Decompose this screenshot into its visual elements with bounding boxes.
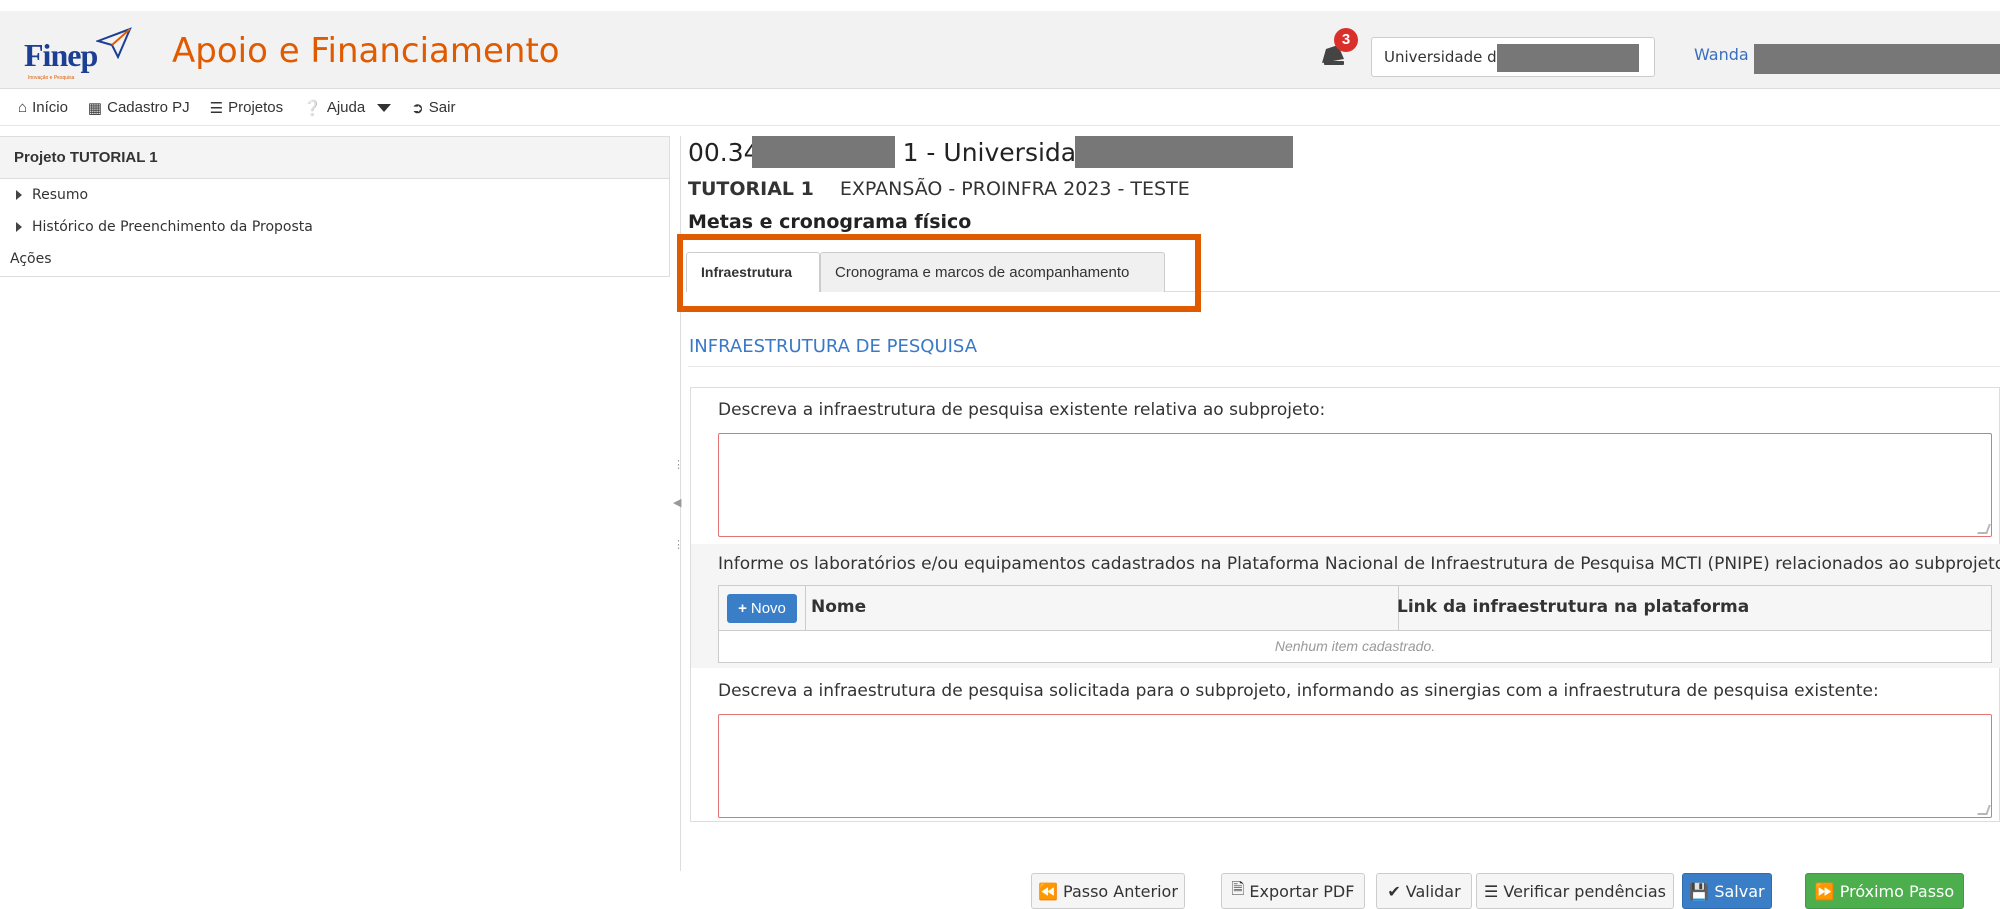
previous-step-button[interactable]: ⏪ Passo Anterior bbox=[1031, 873, 1185, 909]
column-header-nome[interactable]: Nome bbox=[811, 597, 866, 617]
next-step-button[interactable]: ⏩ Próximo Passo bbox=[1805, 873, 1964, 909]
column-header-link[interactable]: Link da infraestrutura na plataforma bbox=[1397, 597, 1749, 617]
menu-inicio[interactable]: ⌂ Início bbox=[18, 99, 68, 116]
menu-ajuda-label: Ajuda bbox=[326, 99, 366, 116]
menu-projetos[interactable]: ☰ Projetos bbox=[210, 99, 283, 117]
grip-handle-icon[interactable]: ⋮ bbox=[673, 538, 684, 551]
project-sidebar: Projeto TUTORIAL 1 Resumo Histórico de P… bbox=[0, 136, 670, 277]
add-item-button[interactable]: + Novo bbox=[727, 593, 797, 623]
save-label: Salvar bbox=[1714, 881, 1765, 901]
save-icon: 💾 bbox=[1689, 881, 1710, 901]
building-icon: ▦ bbox=[87, 99, 103, 117]
home-icon: ⌂ bbox=[18, 99, 28, 116]
add-item-label: Novo bbox=[750, 599, 786, 617]
project-code: 00.34 1 - Universidade bbox=[688, 138, 1107, 167]
list-ol-icon: ☰ bbox=[1484, 881, 1499, 901]
app-header: Finep Inovação e Pesquisa Apoio e Financ… bbox=[0, 11, 2000, 89]
app-title: Apoio e Financiamento bbox=[172, 31, 560, 71]
redacted-user-name bbox=[1754, 44, 2000, 74]
chevron-down-icon bbox=[377, 103, 392, 112]
field1-label: Descreva a infraestrutura de pesquisa ex… bbox=[718, 400, 1326, 420]
fast-forward-icon: ⏩ bbox=[1814, 881, 1835, 901]
column-divider bbox=[805, 586, 806, 631]
redacted-code bbox=[752, 136, 895, 168]
redacted-institution bbox=[1497, 44, 1639, 72]
step-title: Metas e cronograma físico bbox=[688, 211, 972, 233]
menu-inicio-label: Início bbox=[32, 99, 68, 116]
caret-right-icon bbox=[16, 222, 22, 232]
annotation-highlight-box bbox=[677, 234, 1201, 312]
save-button[interactable]: 💾 Salvar bbox=[1682, 873, 1772, 909]
sidebar-actions: Ações bbox=[10, 251, 52, 267]
caret-right-icon bbox=[16, 190, 22, 200]
infra-solicitada-textarea[interactable] bbox=[718, 714, 1992, 818]
notification-badge[interactable]: 3 bbox=[1334, 28, 1358, 52]
export-pdf-button[interactable]: 🗎 Exportar PDF bbox=[1221, 873, 1365, 909]
project-name: TUTORIAL 1 bbox=[688, 178, 814, 200]
logo-text: Finep bbox=[24, 37, 98, 73]
logo-tagline: Inovação e Pesquisa bbox=[28, 75, 75, 81]
sign-out-icon: ➲ bbox=[411, 99, 424, 117]
resize-handle-icon[interactable] bbox=[1977, 524, 1991, 534]
pdf-icon: 🗎 bbox=[1231, 878, 1245, 898]
sidebar-item-label: Resumo bbox=[32, 187, 89, 203]
menu-cadastro-pj-label: Cadastro PJ bbox=[107, 99, 190, 116]
pnipe-grid: + Novo Nome Link da infraestrutura na pl… bbox=[718, 585, 1992, 663]
collapse-arrow-icon[interactable]: ◀ bbox=[673, 496, 681, 509]
user-menu[interactable]: Wanda . bbox=[1694, 45, 1759, 64]
check-pending-label: Verificar pendências bbox=[1503, 881, 1666, 901]
grid-header: + Novo Nome Link da infraestrutura na pl… bbox=[719, 586, 1991, 631]
field2-label: Informe os laboratórios e/ou equipamento… bbox=[718, 554, 2000, 574]
menu-sair[interactable]: ➲ Sair bbox=[411, 99, 455, 117]
menu-cadastro-pj[interactable]: ▦ Cadastro PJ bbox=[88, 99, 190, 117]
resize-handle-icon[interactable] bbox=[1977, 805, 1991, 815]
sidebar-item-historico[interactable]: Histórico de Preenchimento da Proposta bbox=[0, 211, 669, 243]
section-divider bbox=[688, 366, 2000, 367]
validate-button[interactable]: ✔ Validar bbox=[1376, 873, 1472, 909]
infra-existente-textarea[interactable] bbox=[718, 433, 1992, 537]
export-pdf-label: Exportar PDF bbox=[1249, 881, 1355, 901]
next-step-label: Próximo Passo bbox=[1839, 881, 1955, 901]
check-pending-button[interactable]: ☰ Verificar pendências bbox=[1476, 873, 1674, 909]
plus-icon: + bbox=[738, 599, 747, 617]
validate-label: Validar bbox=[1405, 881, 1461, 901]
sidebar-title: Projeto TUTORIAL 1 bbox=[0, 137, 669, 179]
paper-plane-icon bbox=[96, 27, 132, 59]
menu-projetos-label: Projetos bbox=[228, 99, 284, 116]
section-title: INFRAESTRUTURA DE PESQUISA bbox=[689, 336, 978, 357]
grip-handle-icon[interactable]: ⋮ bbox=[673, 458, 684, 471]
menu-sair-label: Sair bbox=[428, 99, 456, 116]
redacted-university bbox=[1075, 136, 1293, 168]
institution-select-value: Universidade d bbox=[1384, 48, 1497, 66]
main-menu: ⌂ Início ▦ Cadastro PJ ☰ Projetos ❔ Ajud… bbox=[0, 90, 2000, 126]
program-name: EXPANSÃO - PROINFRA 2023 - TESTE bbox=[839, 178, 1190, 200]
menu-ajuda[interactable]: ❔ Ajuda bbox=[303, 99, 392, 117]
sidebar-item-label: Histórico de Preenchimento da Proposta bbox=[32, 219, 313, 235]
sidebar-item-resumo[interactable]: Resumo bbox=[0, 179, 669, 211]
previous-step-label: Passo Anterior bbox=[1063, 881, 1178, 901]
finep-logo[interactable]: Finep Inovação e Pesquisa bbox=[24, 23, 134, 81]
grid-empty-message: Nenhum item cadastrado. bbox=[1274, 638, 1436, 654]
check-circle-icon: ✔ bbox=[1387, 881, 1401, 901]
project-code-prefix: 00.34 bbox=[688, 138, 760, 167]
question-circle-icon: ❔ bbox=[303, 99, 322, 117]
fast-backward-icon: ⏪ bbox=[1038, 881, 1059, 901]
field3-label: Descreva a infraestrutura de pesquisa so… bbox=[718, 681, 1879, 701]
project-subtitle: TUTORIAL 1 EXPANSÃO - PROINFRA 2023 - TES… bbox=[688, 178, 1190, 200]
list-icon: ☰ bbox=[209, 99, 224, 117]
